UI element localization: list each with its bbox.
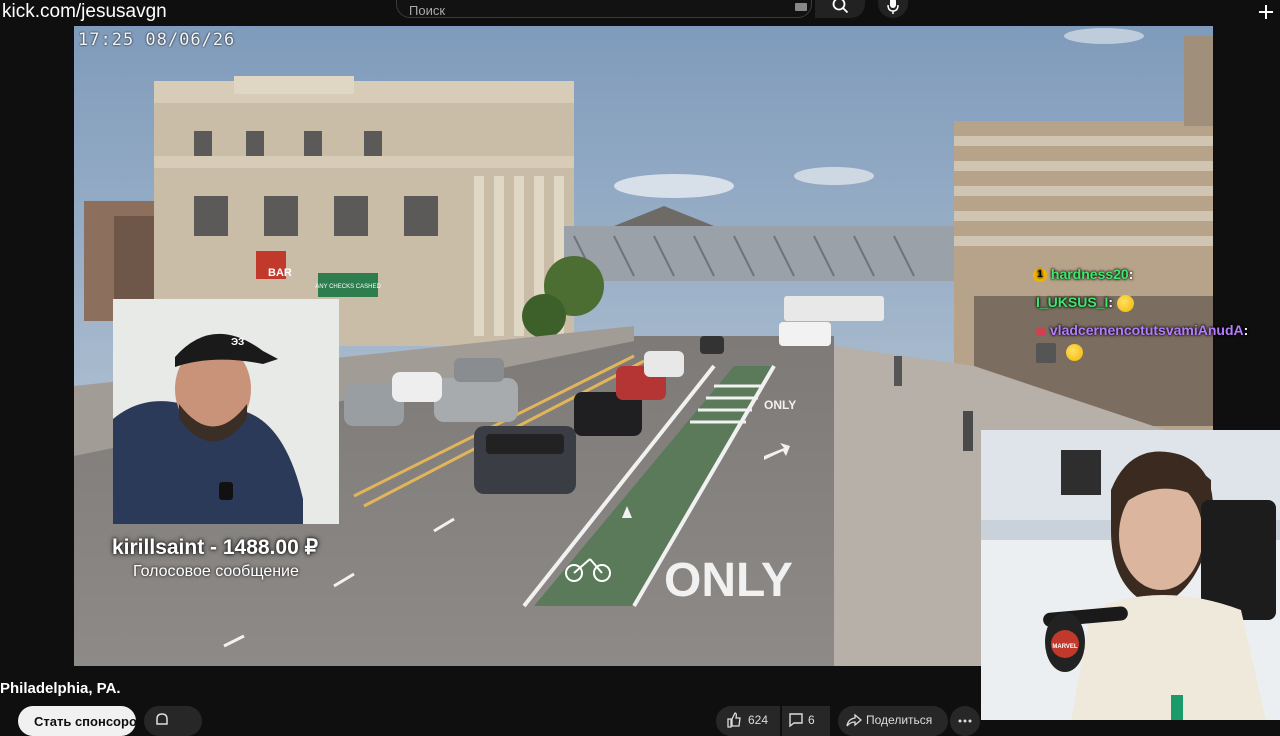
- chat-message: 1 hardness20:: [1033, 266, 1134, 283]
- notifications-button[interactable]: [144, 706, 202, 736]
- camera-timestamp: 17:25 08/06/26: [78, 30, 236, 50]
- badge-icon: 1: [1033, 268, 1047, 283]
- donation-title: kirillsaint - 1488.00 ₽: [112, 536, 318, 559]
- chat-message: I_UKSUS_I:: [1036, 294, 1134, 312]
- share-label: Поделиться: [866, 713, 933, 727]
- video-title: Philadelphia, PA.: [0, 680, 121, 697]
- chat-username: hardness20: [1050, 266, 1129, 282]
- car-suv: [474, 426, 576, 494]
- bar-sign-text: BAR: [268, 267, 292, 279]
- more-icon: [958, 719, 972, 723]
- svg-text:ЭЗ: ЭЗ: [231, 337, 244, 348]
- chat-colon: :: [1108, 294, 1114, 310]
- sponsor-label: Стать спонсором: [34, 714, 147, 729]
- road-only-far-text: ONLY: [764, 398, 796, 412]
- mic-brand-text: MARVEL: [1052, 644, 1078, 650]
- search-icon: [832, 0, 848, 14]
- road-only-text: ONLY: [664, 554, 793, 607]
- create-button[interactable]: [1252, 0, 1280, 20]
- search-input[interactable]: Поиск: [396, 0, 812, 18]
- search-button[interactable]: [815, 0, 865, 18]
- like-button[interactable]: 624: [716, 706, 780, 736]
- emote-icon: [1116, 294, 1134, 312]
- mic-icon: [887, 0, 899, 14]
- webcam-feed: MARVEL: [981, 430, 1280, 720]
- heart-badge-icon: [1036, 326, 1046, 336]
- comments-button[interactable]: 6: [782, 706, 830, 736]
- chat-username: I_UKSUS_I: [1036, 294, 1109, 310]
- chat-colon: :: [1243, 322, 1249, 338]
- comment-icon: [789, 713, 803, 728]
- bell-icon: [156, 713, 168, 725]
- checks-sign-text: ANY CHECKS CASHED: [315, 284, 381, 290]
- share-button[interactable]: Поделиться: [838, 706, 948, 736]
- chat-message: vladcernencotutsvamiAnudA:: [1036, 322, 1248, 338]
- donor-photo: ЭЗ: [113, 299, 339, 524]
- comment-count: 6: [808, 713, 815, 727]
- donation-subtitle: Голосовое сообщение: [133, 563, 299, 580]
- thumbs-up-icon: [727, 712, 741, 728]
- search-placeholder: Поиск: [409, 3, 446, 18]
- stream-watermark: kick.com/jesusavgn: [2, 1, 167, 22]
- like-count: 624: [748, 713, 769, 727]
- chat-username: vladcernencotutsvamiAnudA: [1049, 322, 1244, 338]
- avatar: [1036, 343, 1056, 363]
- emote-icon: [1066, 344, 1083, 362]
- chat-colon: :: [1128, 266, 1134, 282]
- sponsor-button[interactable]: Стать спонсором: [18, 706, 146, 736]
- more-button[interactable]: [950, 706, 980, 736]
- plus-icon: [1259, 5, 1273, 19]
- share-icon: [846, 713, 862, 727]
- keyboard-icon[interactable]: [795, 3, 807, 11]
